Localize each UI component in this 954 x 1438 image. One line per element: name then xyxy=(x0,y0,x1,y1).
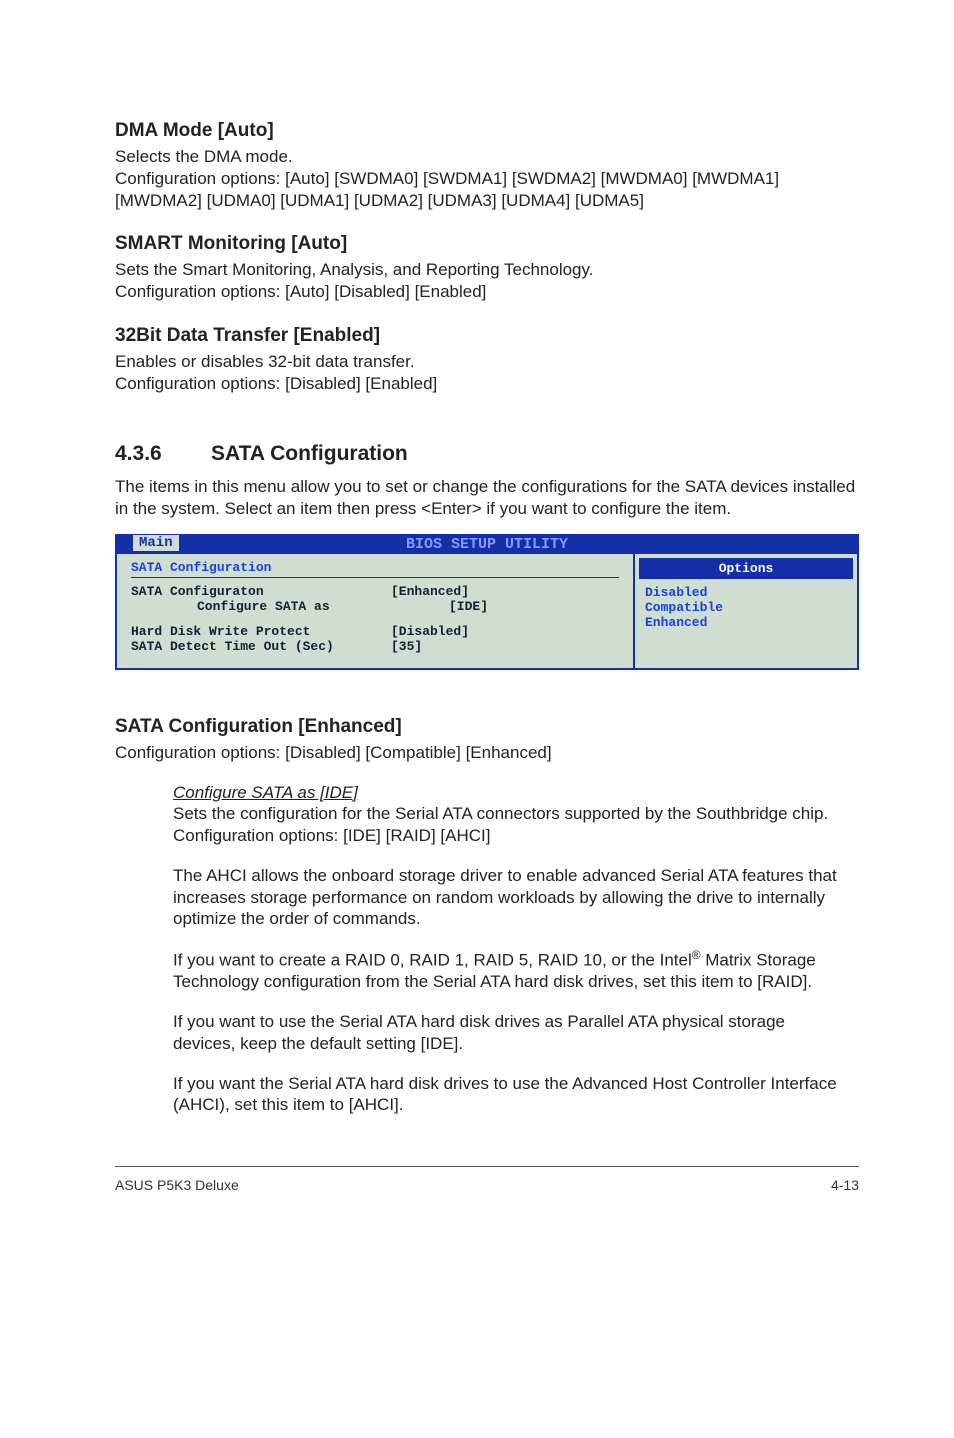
cfg-ide-block1: Configure SATA as [IDE] Sets the configu… xyxy=(173,782,849,847)
bios-shadow xyxy=(115,670,859,688)
bios-key: SATA Detect Time Out (Sec) xyxy=(131,639,391,654)
bit32-heading: 32Bit Data Transfer [Enabled] xyxy=(115,325,859,347)
bit32-p2: Configuration options: [Disabled] [Enabl… xyxy=(115,374,437,393)
cfg-ide-heading: Configure SATA as [IDE] xyxy=(173,783,358,802)
footer-left: ASUS P5K3 Deluxe xyxy=(115,1177,239,1193)
footer-right: 4-13 xyxy=(831,1177,859,1193)
cfg-ide-p3: If you want to create a RAID 0, RAID 1, … xyxy=(173,948,849,993)
sata-enh-heading: SATA Configuration [Enhanced] xyxy=(115,716,859,738)
bios-left-title: SATA Configuration xyxy=(131,560,619,578)
bios-right-header: Options xyxy=(639,558,853,579)
bios-key: SATA Configuraton xyxy=(131,584,391,599)
bios-val: [Disabled] xyxy=(391,624,469,639)
bios-title-bar: Main BIOS SETUP UTILITY xyxy=(115,534,859,554)
section-intro: The items in this menu allow you to set … xyxy=(115,476,859,520)
bios-val: [35] xyxy=(391,639,422,654)
bit32-body: Enables or disables 32-bit data transfer… xyxy=(115,351,859,395)
dma-p1: Selects the DMA mode. xyxy=(115,147,293,166)
bios-row: Hard Disk Write Protect [Disabled] xyxy=(131,624,619,639)
section-heading: 4.3.6SATA Configuration xyxy=(115,442,859,466)
bios-left-pane: SATA Configuration SATA Configuraton [En… xyxy=(117,554,633,668)
reg-mark: ® xyxy=(692,948,701,962)
smart-body: Sets the Smart Monitoring, Analysis, and… xyxy=(115,259,859,303)
dma-heading: DMA Mode [Auto] xyxy=(115,120,859,142)
bios-screenshot: Main BIOS SETUP UTILITY SATA Configurati… xyxy=(115,534,859,688)
bios-right-pane: Options Disabled Compatible Enhanced xyxy=(633,554,857,668)
bios-val: [IDE] xyxy=(449,599,488,614)
cfg-ide-p5: If you want the Serial ATA hard disk dri… xyxy=(173,1073,849,1117)
cfg-ide-p4: If you want to use the Serial ATA hard d… xyxy=(173,1011,849,1055)
sata-enh-p1: Configuration options: [Disabled] [Compa… xyxy=(115,742,859,764)
bios-key: Configure SATA as xyxy=(189,599,449,614)
bios-tab-main: Main xyxy=(133,535,179,551)
page-footer: ASUS P5K3 Deluxe 4-13 xyxy=(115,1166,859,1193)
bios-key: Hard Disk Write Protect xyxy=(131,624,391,639)
bios-row: SATA Detect Time Out (Sec) [35] xyxy=(131,639,619,654)
cfg-ide-p1: Sets the configuration for the Serial AT… xyxy=(173,804,828,845)
smart-p2: Configuration options: [Auto] [Disabled]… xyxy=(115,282,486,301)
bios-title-text: BIOS SETUP UTILITY xyxy=(406,536,568,553)
smart-heading: SMART Monitoring [Auto] xyxy=(115,233,859,255)
smart-p1: Sets the Smart Monitoring, Analysis, and… xyxy=(115,260,593,279)
cfg-ide-p2: The AHCI allows the onboard storage driv… xyxy=(173,865,849,930)
bios-row: Configure SATA as [IDE] xyxy=(189,599,609,614)
bios-row: SATA Configuraton [Enhanced] xyxy=(131,584,619,599)
bios-option: Enhanced xyxy=(645,615,847,630)
bit32-p1: Enables or disables 32-bit data transfer… xyxy=(115,352,415,371)
dma-p2: Configuration options: [Auto] [SWDMA0] [… xyxy=(115,169,779,210)
dma-body: Selects the DMA mode. Configuration opti… xyxy=(115,146,859,211)
cfg-ide-p3a: If you want to create a RAID 0, RAID 1, … xyxy=(173,951,692,970)
bios-val: [Enhanced] xyxy=(391,584,469,599)
bios-option: Disabled xyxy=(645,585,847,600)
section-number: 4.3.6 xyxy=(115,442,211,466)
bios-option: Compatible xyxy=(645,600,847,615)
section-title: SATA Configuration xyxy=(211,442,408,465)
